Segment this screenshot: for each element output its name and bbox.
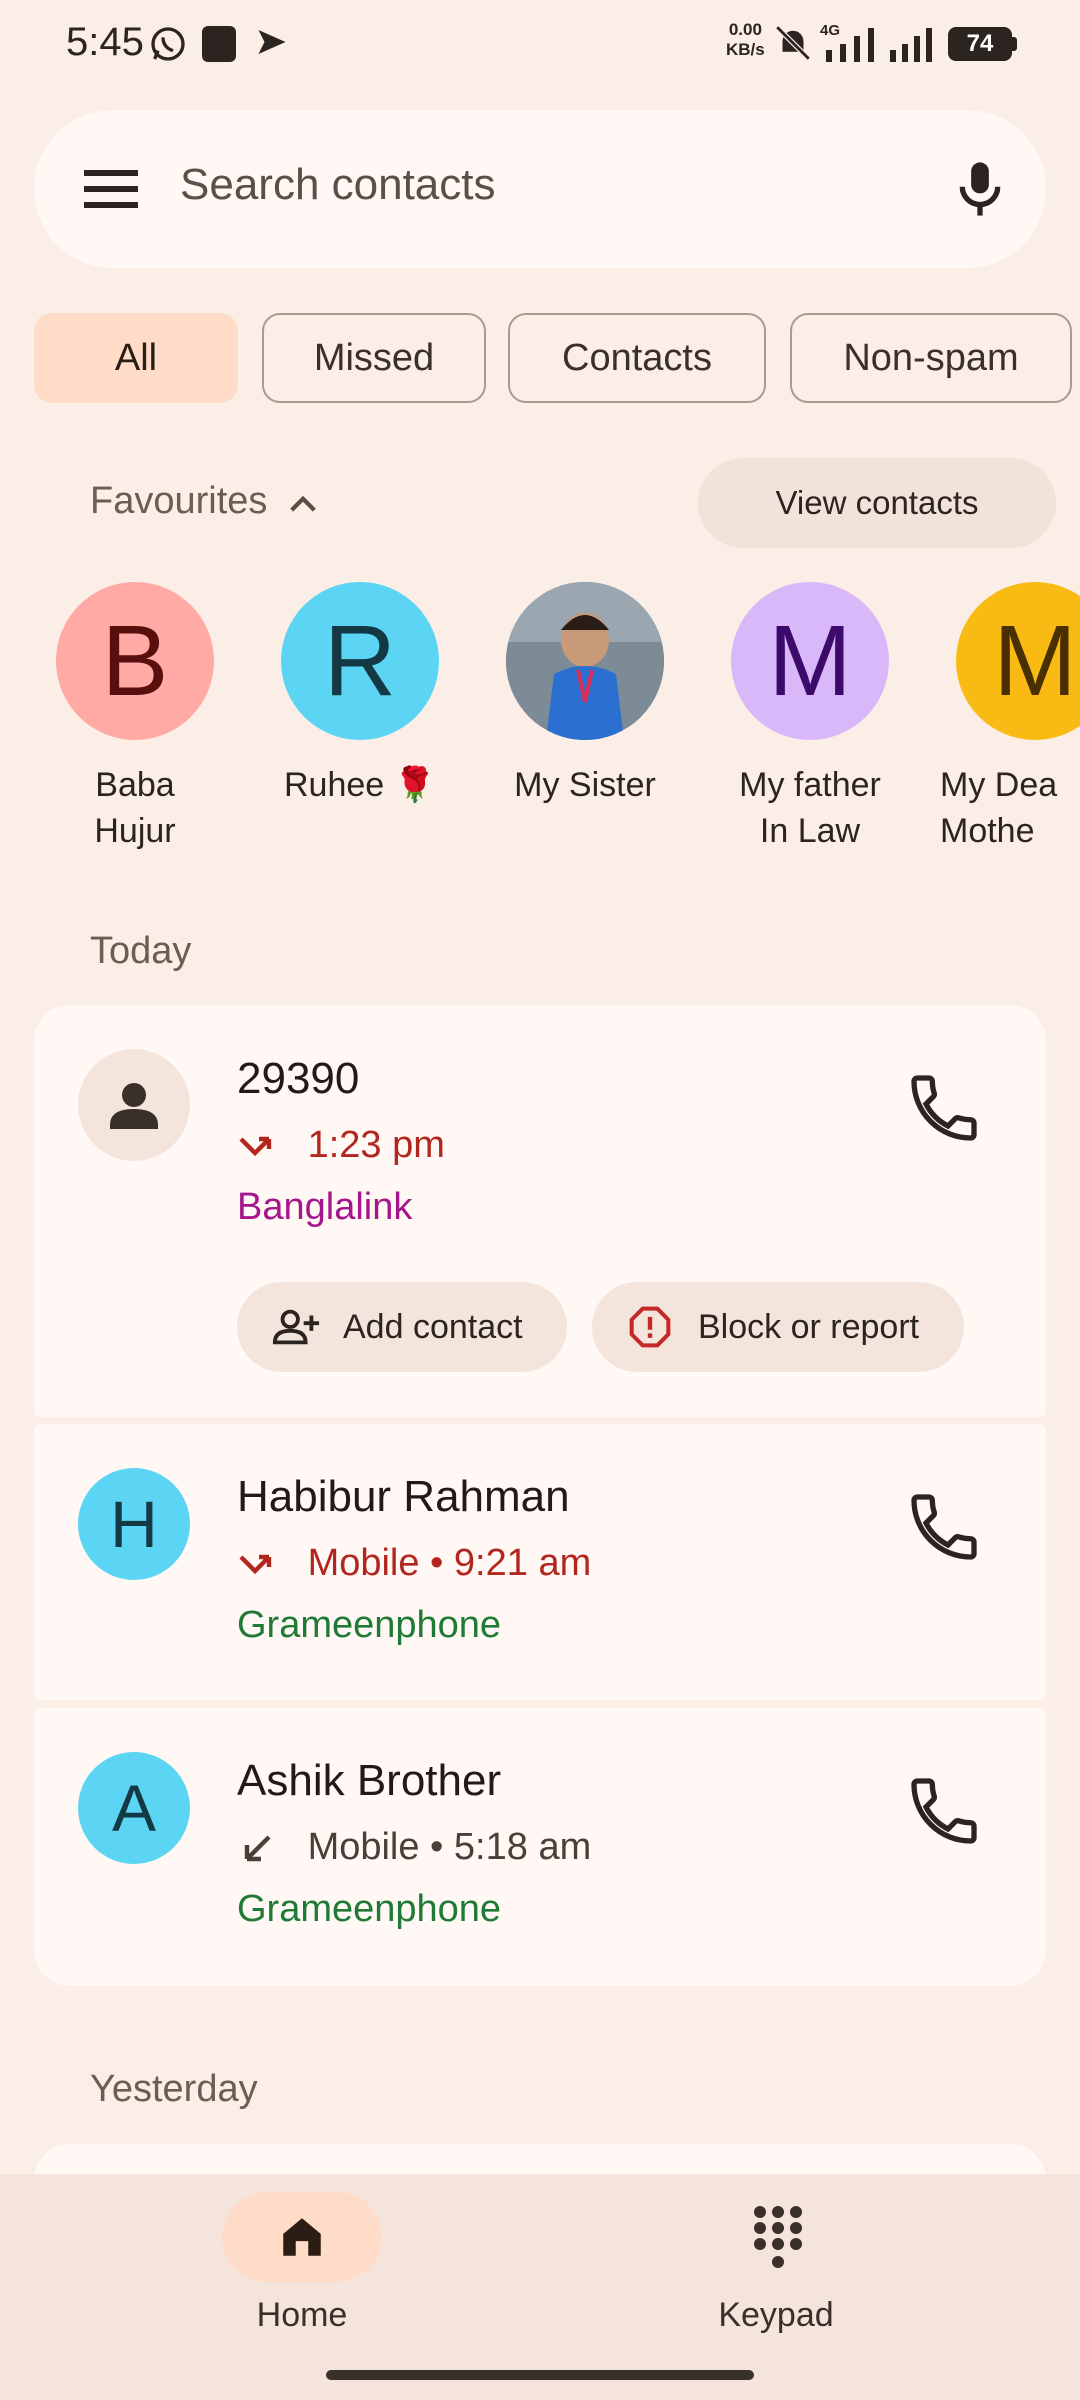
favourite-name-line: Baba	[95, 766, 175, 804]
call-meta: 1:23 pm	[237, 1124, 445, 1167]
net-speed: 0.00 KB/s	[726, 20, 765, 60]
call-time: 1:23 pm	[307, 1124, 445, 1166]
favourite-avatar-baba-hujur[interactable]: B	[56, 582, 214, 740]
add-contact-label: Add contact	[343, 1308, 523, 1346]
favourite-name-my-sister: My Sister	[475, 762, 695, 808]
battery-icon: 74	[948, 27, 1012, 61]
net-speed-value: 0.00	[728, 20, 762, 39]
report-icon	[629, 1306, 671, 1348]
signal-icon	[826, 28, 874, 62]
favourite-name-line: Hujur	[94, 812, 176, 850]
avatar: H	[78, 1468, 190, 1580]
home-icon	[283, 2218, 321, 2256]
add-person-icon	[272, 1309, 320, 1345]
net-speed-unit: KB/s	[726, 40, 765, 59]
favourite-name-line: Mothe	[940, 812, 1035, 850]
carrier-label: Grameenphone	[237, 1888, 502, 1930]
person-icon	[110, 1083, 158, 1129]
add-contact-button[interactable]: Add contact	[237, 1282, 567, 1372]
favourite-name-my-father-in-law: My father In Law	[700, 762, 920, 854]
favourite-avatar-my-dear-mother[interactable]: M	[956, 582, 1080, 740]
call-time: Mobile • 5:18 am	[307, 1826, 592, 1868]
carrier-label: Grameenphone	[237, 1604, 502, 1646]
home-tab-label[interactable]: Home	[202, 2296, 402, 2335]
caller-name: 29390	[237, 1054, 360, 1103]
bottom-navigation	[0, 2174, 1080, 2400]
favourite-name-line: My father	[739, 766, 881, 804]
view-contacts-button[interactable]: View contacts	[698, 458, 1056, 548]
phone-icon[interactable]	[904, 1487, 984, 1567]
favourite-name-line: In Law	[759, 812, 861, 850]
incoming-call-icon	[244, 1835, 271, 1862]
avatar: A	[78, 1752, 190, 1864]
filter-chip-contacts[interactable]: Contacts	[508, 313, 766, 403]
favourite-avatar-my-sister[interactable]	[506, 582, 664, 740]
dialpad-icon	[754, 2206, 802, 2268]
filter-chip-non-spam[interactable]: Non-spam	[790, 313, 1072, 403]
app-icon	[202, 26, 236, 62]
gesture-bar[interactable]	[326, 2370, 754, 2380]
bell-off-icon	[775, 25, 811, 61]
caller-name: Habibur Rahman	[237, 1472, 570, 1521]
home-tab[interactable]	[222, 2192, 382, 2282]
avatar	[78, 1049, 190, 1161]
signal-icon-2	[890, 28, 932, 62]
section-label-yesterday: Yesterday	[90, 2068, 258, 2110]
navigation-icon	[258, 30, 286, 54]
block-or-report-button[interactable]: Block or report	[592, 1282, 964, 1372]
favourites-title: Favourites	[90, 480, 268, 522]
status-time: 5:45	[66, 20, 144, 64]
keypad-tab[interactable]	[726, 2192, 830, 2282]
section-label-today: Today	[90, 930, 192, 972]
keypad-tab-label[interactable]: Keypad	[676, 2296, 876, 2335]
favourite-name-line: My Dea	[940, 766, 1058, 804]
favourite-avatar-my-father-in-law[interactable]: M	[731, 582, 889, 740]
filter-chip-missed[interactable]: Missed	[262, 313, 486, 403]
menu-icon[interactable]	[84, 168, 138, 210]
favourite-name-line: My Sister	[514, 766, 656, 804]
favourite-name-baba-hujur: Baba Hujur	[25, 762, 245, 854]
phone-icon[interactable]	[904, 1771, 984, 1851]
status-bar: 5:45 0.00 KB/s 4G 74	[0, 0, 1080, 90]
favourite-name-line: Ruhee 🌹	[284, 766, 436, 804]
call-meta: Mobile • 5:18 am	[237, 1826, 591, 1869]
battery-tip	[1012, 37, 1017, 51]
favourites-toggle[interactable]: Favourites	[90, 480, 320, 523]
call-time: Mobile • 9:21 am	[307, 1542, 592, 1584]
favourite-name-my-dear-mother: My Dea Mothe	[940, 762, 1080, 854]
search-input[interactable]: Search contacts	[180, 160, 496, 210]
chevron-up-icon	[290, 495, 316, 512]
favourite-name-ruhee: Ruhee 🌹	[250, 762, 470, 808]
favourite-avatar-ruhee[interactable]: R	[281, 582, 439, 740]
whatsapp-icon	[151, 27, 185, 61]
call-meta: Mobile • 9:21 am	[237, 1542, 591, 1585]
caller-name: Ashik Brother	[237, 1756, 502, 1805]
phone-icon[interactable]	[904, 1068, 984, 1148]
contact-photo	[506, 582, 664, 740]
filter-chip-all[interactable]: All	[34, 313, 238, 403]
missed-call-icon	[239, 1554, 272, 1575]
missed-call-icon	[239, 1136, 272, 1157]
carrier-label: Banglalink	[237, 1186, 413, 1228]
block-or-report-label: Block or report	[698, 1308, 920, 1346]
mic-icon[interactable]	[952, 158, 1008, 220]
